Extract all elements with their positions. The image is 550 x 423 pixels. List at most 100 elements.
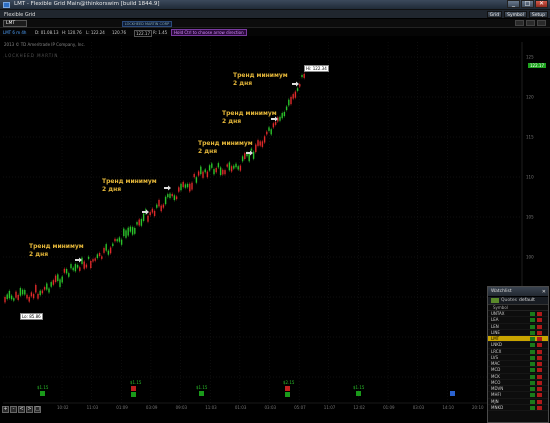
candle-body <box>98 253 101 257</box>
minimize-button[interactable]: _ <box>507 0 520 8</box>
reset-view-button[interactable]: □ <box>34 405 41 413</box>
zoom-in-button[interactable]: + <box>2 405 9 413</box>
trade-icon[interactable] <box>530 312 535 316</box>
trade-icon[interactable] <box>530 393 535 398</box>
candle-body <box>169 193 171 198</box>
alert-icon[interactable] <box>537 324 542 329</box>
candle-body <box>156 204 158 208</box>
alert-icon[interactable] <box>537 355 542 360</box>
trend-annotation: Тренд минимум 2 дня <box>29 243 84 258</box>
maximize-button[interactable]: □ <box>521 0 534 8</box>
trend-arrow-icon[interactable] <box>164 185 171 191</box>
candle-body <box>252 151 255 159</box>
studies-menu-icon[interactable] <box>537 20 546 26</box>
alert-icon[interactable] <box>537 387 542 391</box>
candle-body <box>255 144 257 153</box>
trend-arrow-icon[interactable] <box>292 81 299 87</box>
alert-icon[interactable] <box>537 343 542 348</box>
low-price-tag: Lo: 85.86 <box>20 313 43 320</box>
candle-body <box>184 184 187 188</box>
dividend-icon[interactable] <box>285 392 290 397</box>
candle-body <box>257 140 259 146</box>
dividend-icon[interactable] <box>356 391 361 396</box>
time-tick-label: 03:09 <box>146 405 158 410</box>
price-chart[interactable]: 12512011511010510095908510:0211:0301:090… <box>0 36 550 423</box>
alert-icon[interactable] <box>537 312 542 316</box>
trade-icon[interactable] <box>530 337 535 341</box>
setup-button[interactable]: Setup <box>528 11 548 18</box>
symbol-button[interactable]: Symbol <box>504 11 527 18</box>
alert-icon[interactable] <box>537 399 542 404</box>
candle-body <box>59 279 61 287</box>
trade-icon[interactable] <box>530 380 535 385</box>
watchlist-symbol: MNKD <box>491 404 504 410</box>
candle-body <box>39 290 41 296</box>
alert-icon[interactable] <box>537 380 542 385</box>
trade-icon[interactable] <box>530 362 535 366</box>
candle-body <box>191 182 193 190</box>
layout-label[interactable]: Flexible Grid <box>4 12 35 18</box>
watchlist-symbol: MJN <box>491 398 499 404</box>
candle-body <box>204 169 206 173</box>
candle-body <box>149 212 151 216</box>
watchlist-symbol: LINE <box>491 329 500 335</box>
alert-icon[interactable] <box>537 337 542 341</box>
candle-body <box>175 196 178 200</box>
candle-body <box>107 250 110 255</box>
candle-body <box>118 237 121 242</box>
gadget-close-icon[interactable]: ✕ <box>542 289 546 295</box>
trade-icon[interactable] <box>530 349 535 354</box>
trade-icon[interactable] <box>530 374 535 379</box>
dividend-icon[interactable] <box>131 392 136 397</box>
info-event-icon[interactable] <box>450 391 455 396</box>
last-price-label: 122.17 <box>528 63 546 68</box>
trade-icon[interactable] <box>530 355 535 360</box>
candle-body <box>120 239 123 245</box>
style-menu-icon[interactable] <box>515 20 524 26</box>
watchlist-symbol: LNKD <box>491 342 502 348</box>
candle-body <box>294 91 297 98</box>
gadget-tab-quotes[interactable]: Quotes <box>501 298 517 303</box>
gadget-title: Watchlist <box>491 289 512 294</box>
trade-icon[interactable] <box>530 330 535 335</box>
earnings-icon[interactable] <box>285 386 290 391</box>
watchlist-selector[interactable]: default <box>519 298 535 303</box>
price-tick-label: 125 <box>526 55 534 60</box>
dividend-icon[interactable] <box>199 391 204 396</box>
alert-icon[interactable] <box>537 393 542 398</box>
candle-body <box>68 273 70 277</box>
candle-body <box>197 171 200 176</box>
alert-icon[interactable] <box>537 374 542 379</box>
candle-body <box>233 165 235 169</box>
candle-body <box>76 264 79 268</box>
close-window-button[interactable]: ✕ <box>535 0 548 8</box>
trade-icon[interactable] <box>530 343 535 348</box>
trade-icon[interactable] <box>530 405 535 410</box>
zoom-out-button[interactable]: - <box>10 405 17 413</box>
scroll-left-button[interactable]: < <box>18 405 25 413</box>
alert-icon[interactable] <box>537 368 542 373</box>
dividend-icon[interactable] <box>40 391 45 396</box>
alert-icon[interactable] <box>537 318 542 323</box>
alert-icon[interactable] <box>537 330 542 335</box>
dividend-label: $1.15 <box>196 385 208 390</box>
earnings-icon[interactable] <box>131 386 136 391</box>
trade-icon[interactable] <box>530 399 535 404</box>
grid-button[interactable]: Grid <box>486 11 503 18</box>
alert-icon[interactable] <box>537 405 542 410</box>
trade-icon[interactable] <box>530 387 535 391</box>
symbol-input[interactable]: LMT <box>3 20 27 27</box>
scroll-right-button[interactable]: > <box>26 405 33 413</box>
drawings-menu-icon[interactable] <box>526 20 535 26</box>
watchlist-row[interactable]: MNKD <box>488 405 548 411</box>
trade-icon[interactable] <box>530 318 535 323</box>
candle-body <box>138 219 140 226</box>
time-tick-label: 11:07 <box>324 405 336 410</box>
trade-icon[interactable] <box>530 368 535 373</box>
trade-icon[interactable] <box>530 324 535 329</box>
quotes-icon[interactable] <box>491 298 499 303</box>
alert-icon[interactable] <box>537 362 542 366</box>
candle-body <box>116 239 118 242</box>
watchlist-symbol: LEA <box>491 317 499 323</box>
alert-icon[interactable] <box>537 349 542 354</box>
